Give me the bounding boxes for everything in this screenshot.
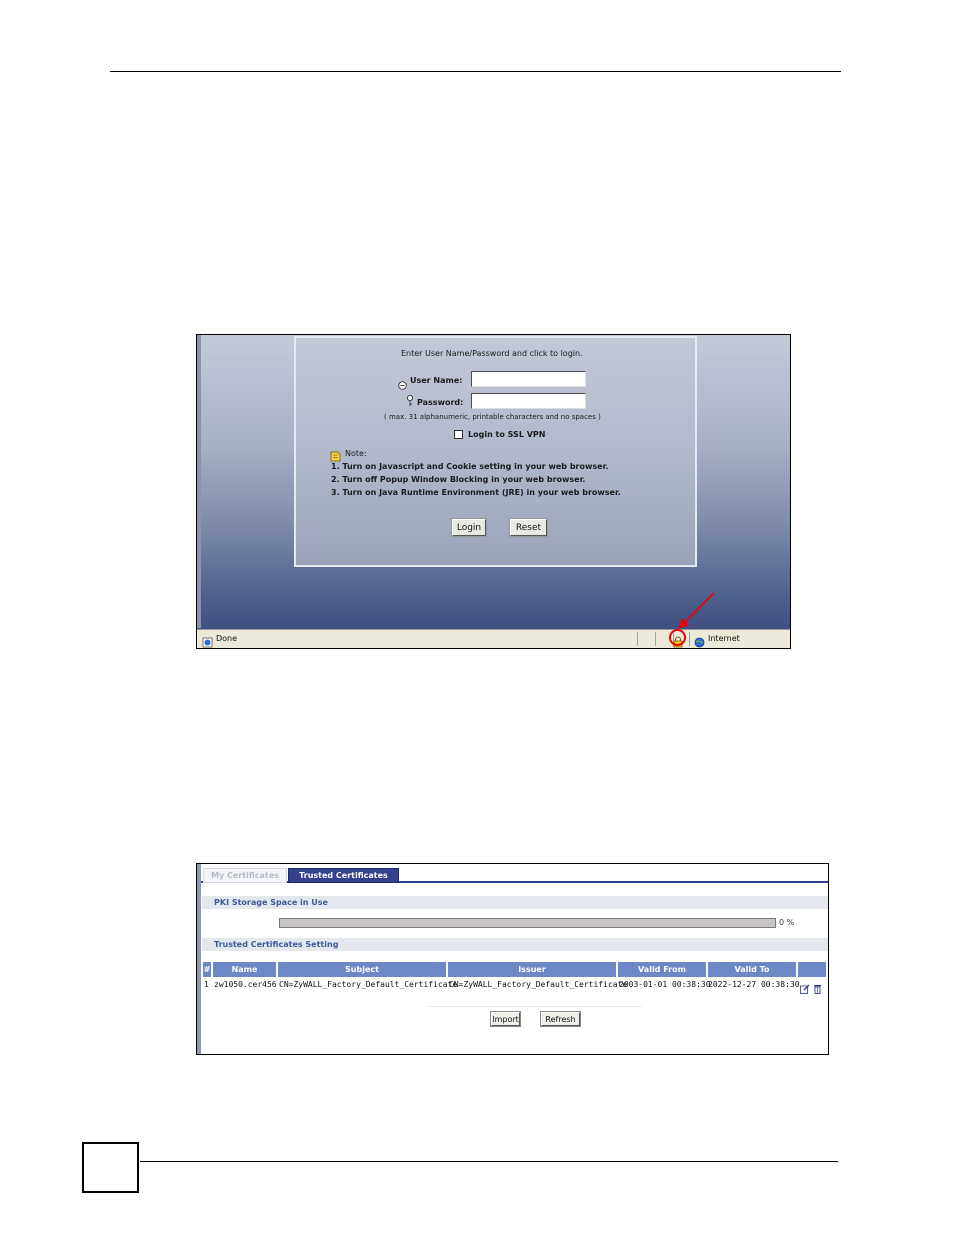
- delete-icon[interactable]: [813, 979, 822, 998]
- note-line-2: 2. Turn off Popup Window Blocking in you…: [331, 475, 586, 484]
- row-valid-from: 2003-01-01 00:38:30: [619, 980, 711, 989]
- status-text: Done: [216, 634, 238, 643]
- note-line-3: 3. Turn on Java Runtime Environment (JRE…: [331, 488, 621, 497]
- row-issuer: CN=ZyWALL_Factory_Default_Certificate: [449, 980, 628, 989]
- zone-text: Internet: [708, 634, 740, 643]
- col-header-valid-from: Valid From: [618, 962, 707, 977]
- row-valid-to: 2022-12-27 00:38:30: [708, 980, 800, 989]
- col-header-valid-to: Valid To: [708, 962, 797, 977]
- ssl-vpn-label: Login to SSL VPN: [468, 430, 546, 439]
- login-button[interactable]: Login: [451, 518, 487, 537]
- refresh-button[interactable]: Refresh: [540, 1011, 581, 1027]
- tab-bar: My Certificates Trusted Certificates: [201, 866, 828, 883]
- row-index: 1: [204, 980, 209, 989]
- footer-rule: [140, 1161, 838, 1162]
- row-subject: CN=ZyWALL_Factory_Default_Certificate: [279, 980, 458, 989]
- ssl-vpn-checkbox[interactable]: [454, 430, 463, 439]
- header-rule: [110, 71, 841, 72]
- browser-status-bar: Done Internet: [197, 629, 790, 648]
- storage-section-title: PKI Storage Space in Use: [202, 896, 828, 909]
- note-label: Note:: [345, 449, 367, 458]
- login-panel: Enter User Name/Password and click to lo…: [294, 336, 697, 567]
- key-icon: [406, 392, 414, 411]
- login-prompt: Enter User Name/Password and click to lo…: [401, 349, 583, 358]
- ie-page-icon: [202, 633, 213, 648]
- row-name: zw1050.cer456: [214, 980, 277, 989]
- password-input[interactable]: [471, 393, 586, 409]
- col-header-issuer: Issuer: [448, 962, 617, 977]
- status-separator: [689, 632, 690, 646]
- faint-divider: [427, 1006, 642, 1008]
- import-button[interactable]: Import: [490, 1011, 521, 1027]
- window-edge: [197, 864, 201, 1054]
- note-line-1: 1. Turn on Javascript and Cookie setting…: [331, 462, 609, 471]
- col-header-name: Name: [213, 962, 277, 977]
- password-hint: ( max. 31 alphanumeric, printable charac…: [384, 413, 601, 421]
- red-arrow: [678, 592, 715, 629]
- col-header-index: #: [203, 962, 212, 977]
- reset-button[interactable]: Reset: [509, 518, 548, 537]
- user-name-input[interactable]: [471, 371, 586, 387]
- status-separator: [655, 632, 656, 646]
- col-header-actions: [798, 962, 827, 977]
- user-name-label: User Name:: [410, 376, 463, 385]
- storage-percent: 0 %: [779, 918, 795, 927]
- highlight-circle: [669, 629, 686, 646]
- edit-icon[interactable]: [800, 979, 810, 998]
- col-header-subject: Subject: [278, 962, 447, 977]
- page-number-box: [82, 1142, 139, 1193]
- tab-trusted-certificates[interactable]: Trusted Certificates: [288, 868, 399, 883]
- globe-icon: [694, 633, 705, 648]
- certificates-screenshot: My Certificates Trusted Certificates PKI…: [196, 863, 829, 1055]
- storage-progress-bar: [279, 918, 776, 928]
- status-separator: [637, 632, 638, 646]
- window-edge: [197, 335, 201, 628]
- tab-my-certificates[interactable]: My Certificates: [203, 868, 287, 883]
- password-label: Password:: [417, 398, 464, 407]
- login-screenshot: Enter User Name/Password and click to lo…: [196, 334, 791, 649]
- setting-section-title: Trusted Certificates Setting: [202, 938, 828, 951]
